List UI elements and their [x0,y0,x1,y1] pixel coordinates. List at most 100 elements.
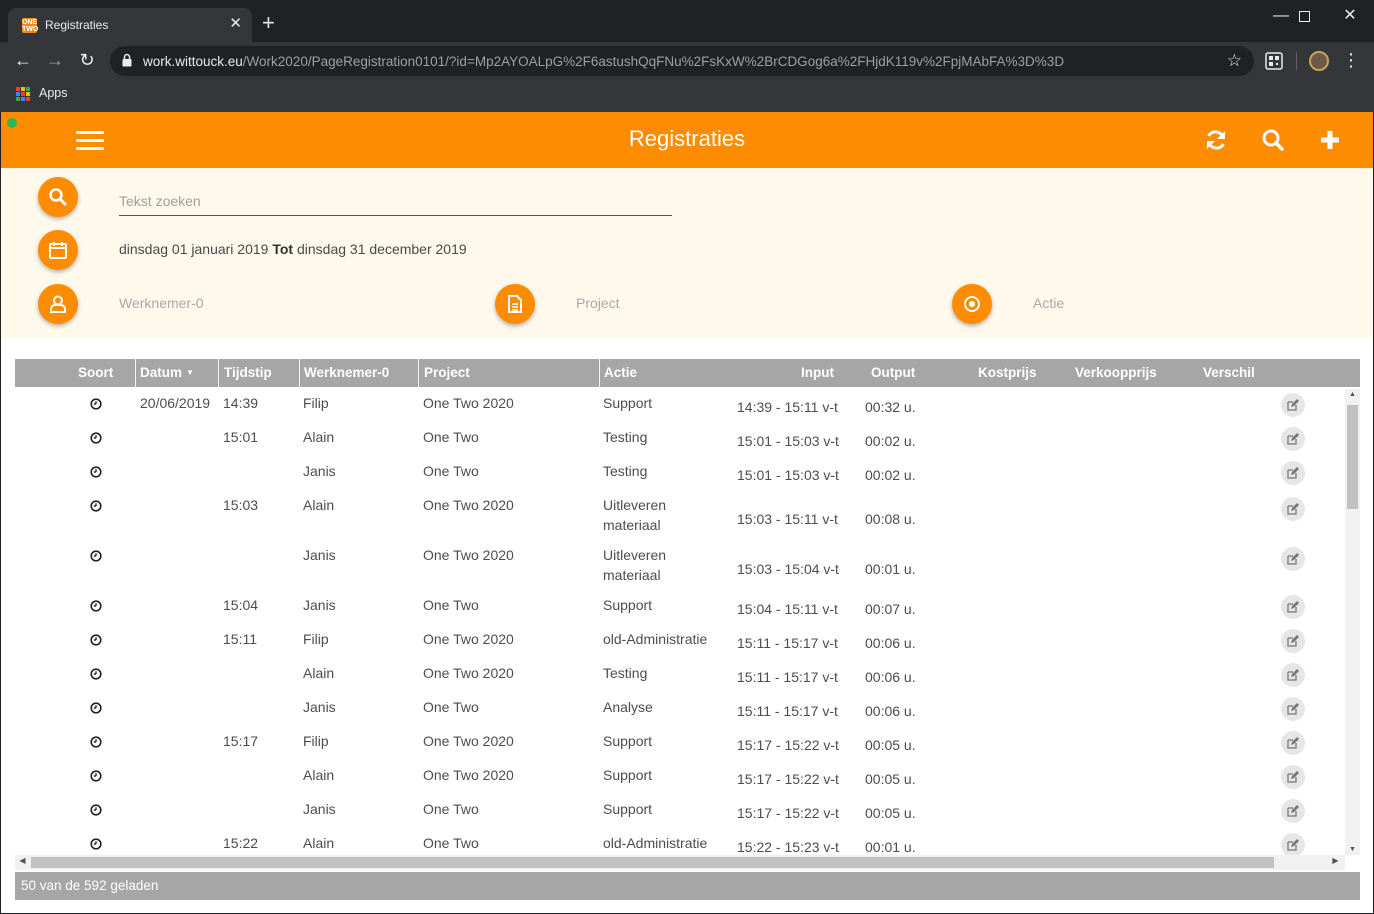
cell-input: 15:01 - 15:03 v-t [737,433,839,449]
forward-icon[interactable]: → [44,50,66,70]
table-row[interactable]: Alain One Two 2020 Testing 15:11 - 15:17 v-… [15,663,1345,699]
cell-output: 00:05 u. [865,771,916,787]
favicon-icon: ONE TWO [22,18,39,33]
cell-project: One Two 2020 [423,631,514,647]
table-row[interactable]: 15:22 Alain One Two old-Administratie 15:22 … [15,833,1345,855]
cell-tijdstip: 15:04 [223,597,259,613]
werknemer-filter-label[interactable]: Werknemer-0 [119,295,204,311]
cell-werknemer: Janis [303,597,336,613]
column-header-input[interactable]: Input [801,359,834,387]
date-filter-button[interactable] [38,230,78,270]
column-header-project[interactable]: Project [424,359,470,387]
edit-button[interactable] [1281,663,1305,687]
close-tab-icon[interactable]: ✕ [229,16,242,32]
scroll-down-icon[interactable]: ▼ [1345,846,1360,853]
cell-tijdstip: 15:22 [223,835,259,851]
edit-button[interactable] [1281,765,1305,789]
edit-button[interactable] [1281,427,1305,451]
edit-button[interactable] [1281,547,1305,571]
address-bar[interactable]: work.wittouck.eu/Work2020/PageRegistrati… [110,46,1254,76]
werknemer-filter-button[interactable] [38,284,78,324]
search-icon[interactable] [1261,128,1285,152]
table-row[interactable]: 15:03 Alain One Two 2020 Uitleveren materiaa… [15,497,1345,547]
project-filter-button[interactable] [495,284,535,324]
cell-input: 15:11 - 15:17 v-t [737,703,838,719]
actie-filter-label[interactable]: Actie [1033,295,1064,311]
scroll-left-icon[interactable]: ◀ [15,856,30,865]
edit-button[interactable] [1281,731,1305,755]
table-row[interactable]: 15:04 Janis One Two Support 15:04 - 15:11 v-… [15,595,1345,631]
column-header-verschil[interactable]: Verschil [1203,359,1255,387]
table-row[interactable]: Janis One Two Analyse 15:11 - 15:17 v-t 00:0… [15,697,1345,733]
clock-icon [90,634,102,646]
cell-project: One Two 2020 [423,733,514,749]
cell-output: 00:05 u. [865,737,916,753]
horizontal-scroll-thumb[interactable] [31,857,1274,868]
refresh-icon[interactable] [1204,128,1228,152]
new-tab-icon[interactable]: + [262,12,275,34]
search-filter-button[interactable] [38,177,78,217]
edit-button[interactable] [1281,497,1305,521]
edit-button[interactable] [1281,461,1305,485]
cell-project: One Two 2020 [423,767,514,783]
date-range[interactable]: dinsdag 01 januari 2019 Tot dinsdag 31 d… [119,241,467,257]
column-header-tijdstip[interactable]: Tijdstip [224,359,272,387]
cell-actie: Testing [603,429,648,445]
column-header-output[interactable]: Output [871,359,915,387]
maximize-icon[interactable] [1281,6,1327,28]
reload-icon[interactable]: ↻ [76,50,98,70]
cell-werknemer: Alain [303,665,335,681]
edit-icon [1287,503,1299,515]
add-icon[interactable] [1318,128,1342,152]
qr-extension-icon[interactable] [1265,52,1283,70]
column-header-soort[interactable]: Soort [78,359,113,387]
table-row[interactable]: 15:01 Alain One Two Testing 15:01 - 15:03 v-… [15,427,1345,463]
back-icon[interactable]: ← [12,50,34,70]
column-header-verkoopprijs[interactable]: Verkoopprijs [1075,359,1157,387]
apps-grid-icon[interactable] [16,87,30,101]
cell-actie: materiaal [603,567,661,583]
edit-button[interactable] [1281,393,1305,417]
cell-actie: Testing [603,665,648,681]
edit-button[interactable] [1281,629,1305,653]
cell-input: 15:04 - 15:11 v-t [737,601,838,617]
scroll-right-icon[interactable]: ▶ [1328,856,1343,865]
column-header-kostprijs[interactable]: Kostprijs [978,359,1037,387]
table-row[interactable]: Alain One Two 2020 Support 15:17 - 15:22 v-… [15,765,1345,801]
column-separator [418,359,419,387]
vertical-scroll-thumb[interactable] [1347,405,1358,509]
scroll-up-icon[interactable]: ▲ [1345,391,1360,398]
column-header-werknemer[interactable]: Werknemer-0 [304,359,389,387]
column-header-datum[interactable]: Datum ▼ [140,359,194,387]
window-close-icon[interactable]: ✕ [1327,6,1373,28]
table-row[interactable]: 15:11 Filip One Two 2020 old-Administratie 1… [15,629,1345,665]
column-header-actie[interactable]: Actie [604,359,637,387]
document-icon [508,295,522,313]
table-row[interactable]: Janis One Two Testing 15:01 - 15:03 v-t 00:0… [15,461,1345,497]
cell-project: One Two [423,463,479,479]
edit-button[interactable] [1281,595,1305,619]
table-row[interactable]: 20/06/2019 14:39 Filip One Two 2020 Support 1… [15,393,1345,429]
cell-actie: old-Administratie [603,835,708,851]
bookmark-apps[interactable]: Apps [39,86,68,100]
menu-kebab-icon[interactable]: ⋮ [1340,50,1362,70]
edit-button[interactable] [1281,833,1305,855]
project-filter-label[interactable]: Project [576,295,620,311]
url-text: work.wittouck.eu/Work2020/PageRegistrati… [143,54,1065,69]
browser-tab[interactable]: ONE TWO Registraties ✕ [8,8,252,42]
horizontal-scrollbar[interactable]: ◀ ▶ [15,855,1345,870]
table-row[interactable]: Janis One Two Support 15:17 - 15:22 v-t 00:0… [15,799,1345,835]
bookmark-star-icon[interactable]: ☆ [1227,51,1242,71]
table-row[interactable]: Janis One Two 2020 Uitleveren materiaal 15:0… [15,547,1345,597]
edit-button[interactable] [1281,697,1305,721]
table-row[interactable]: 15:17 Filip One Two 2020 Support 15:17 - 15:… [15,731,1345,767]
tab-title: Registraties [45,18,109,32]
vertical-scrollbar[interactable]: ▲ ▼ [1345,389,1360,855]
cell-actie: old-Administratie [603,631,708,647]
cell-input: 15:03 - 15:11 v-t [737,511,838,527]
actie-filter-button[interactable] [952,284,992,324]
edit-button[interactable] [1281,799,1305,823]
profile-avatar[interactable] [1309,51,1329,71]
app-window: Registraties Tekst zoeken dinsdag 01 jan… [1,112,1373,913]
search-input[interactable] [119,186,672,216]
